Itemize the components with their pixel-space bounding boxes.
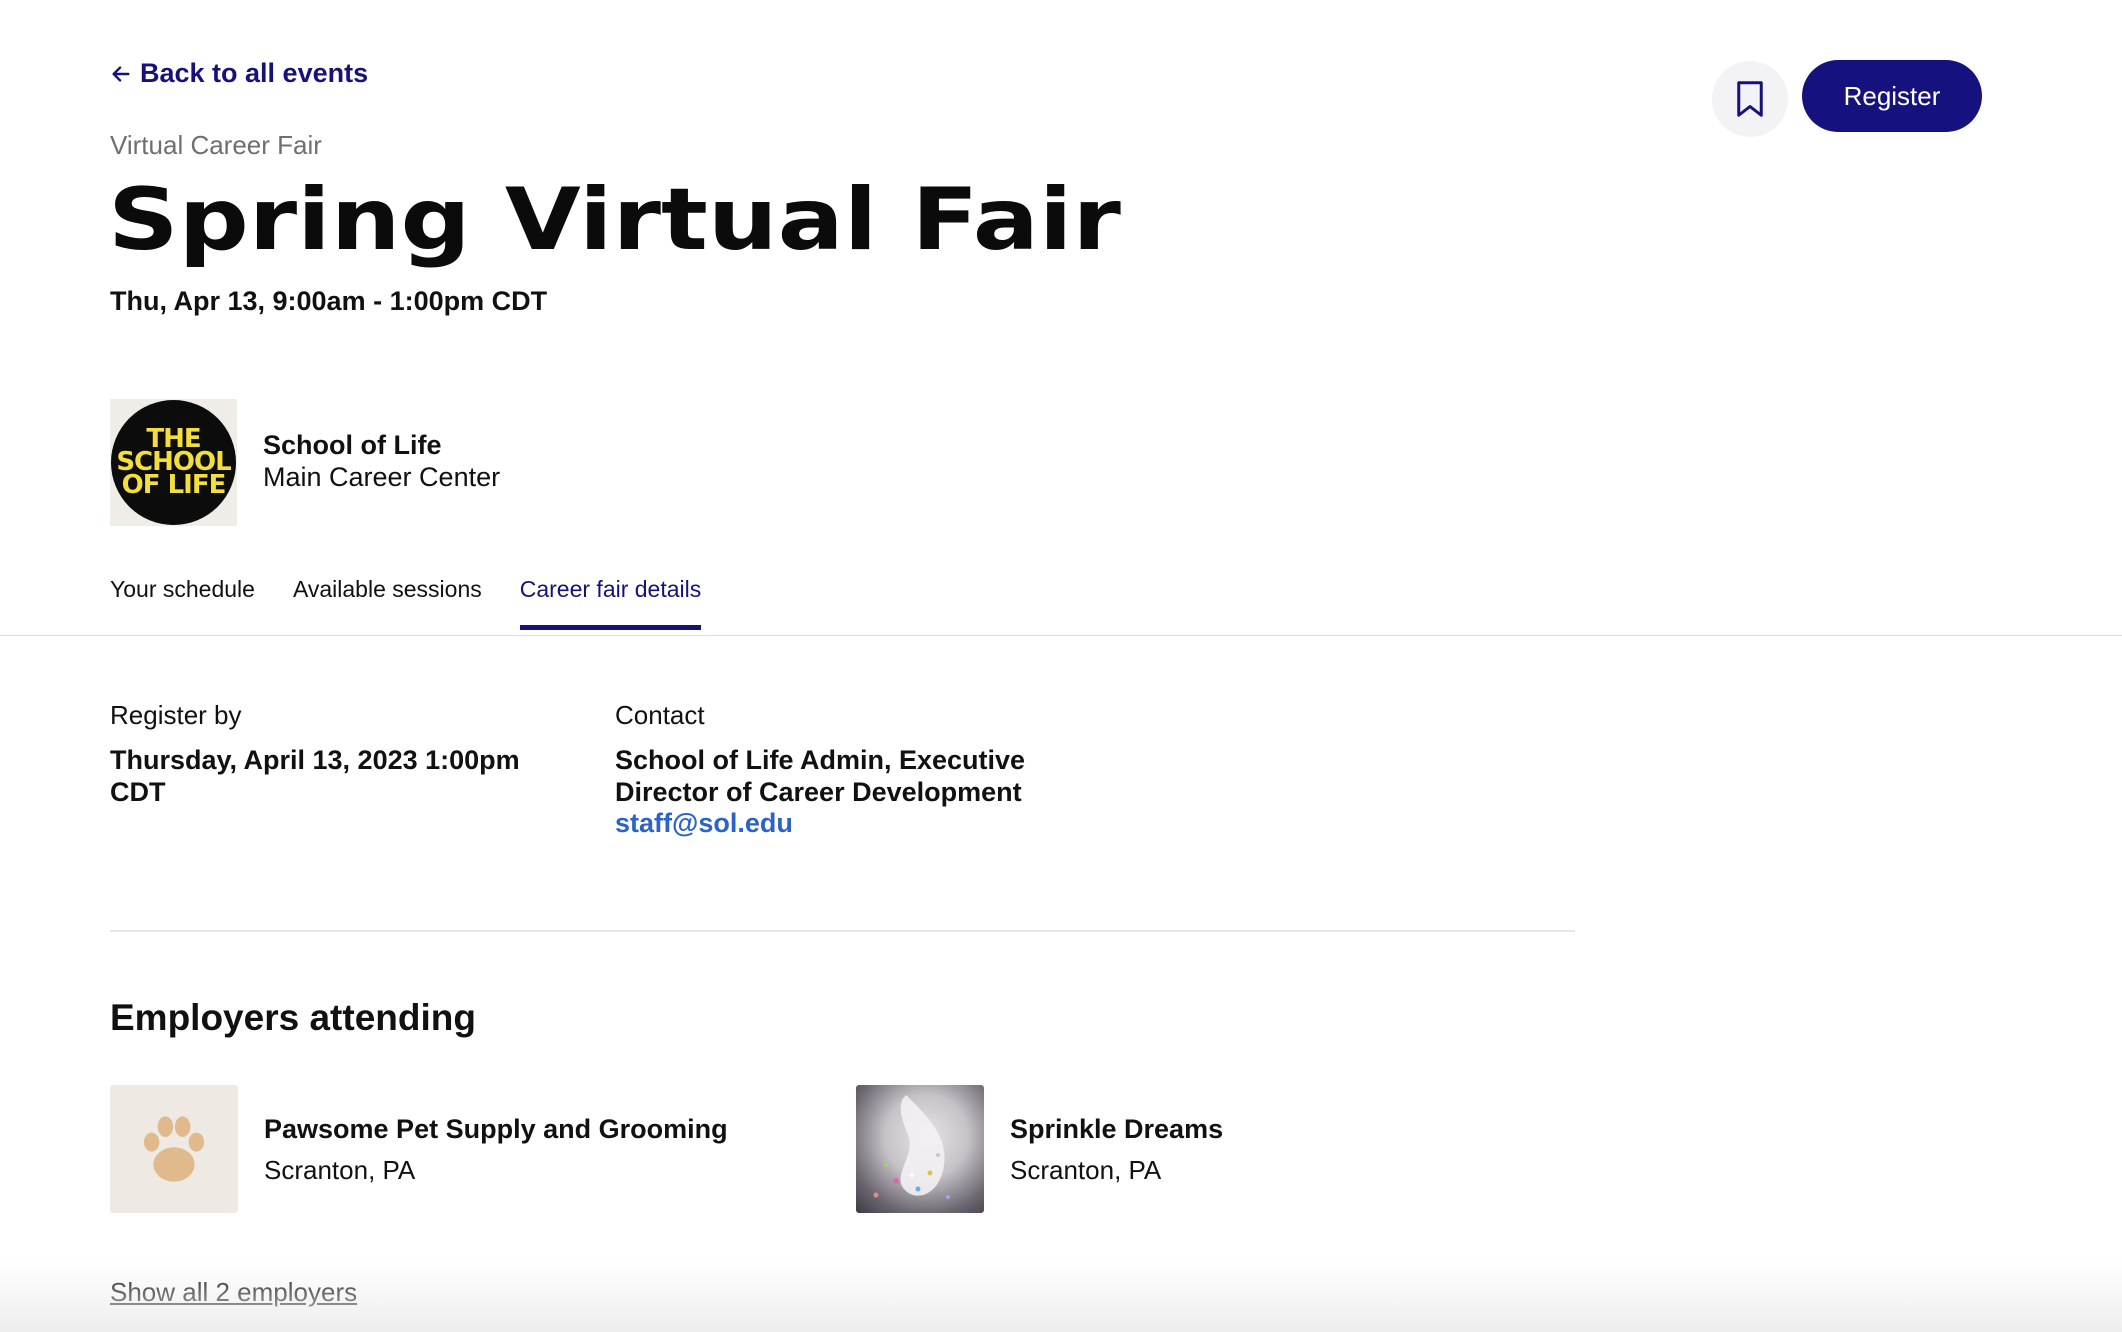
contact-email-link[interactable]: staff@sol.edu bbox=[615, 808, 793, 839]
employer-name: Pawsome Pet Supply and Grooming bbox=[264, 1114, 728, 1144]
tab-bar: Your schedule Available sessions Career … bbox=[110, 576, 739, 630]
arrow-left-icon bbox=[112, 65, 130, 82]
employers-heading: Employers attending bbox=[110, 997, 476, 1038]
tab-available-sessions[interactable]: Available sessions bbox=[293, 576, 482, 627]
organizer-logo: THE SCHOOL OF LIFE bbox=[110, 399, 237, 526]
register-by-label: Register by bbox=[110, 700, 242, 730]
bookmark-icon bbox=[1737, 81, 1763, 117]
employer-logo bbox=[110, 1085, 238, 1213]
employer-location: Scranton, PA bbox=[1010, 1155, 1162, 1185]
tabs-divider bbox=[0, 635, 2122, 636]
back-link-label: Back to all events bbox=[140, 58, 369, 88]
page: Back to all events Register Virtual Care… bbox=[0, 0, 2122, 1332]
contact-label: Contact bbox=[615, 700, 705, 730]
contact-name: School of Life Admin, Executive Director… bbox=[615, 745, 1026, 807]
register-button[interactable]: Register bbox=[1802, 60, 1982, 132]
event-date: Thu, Apr 13, 9:00am - 1:00pm CDT bbox=[110, 286, 548, 316]
employer-location: Scranton, PA bbox=[264, 1155, 416, 1185]
employer-name: Sprinkle Dreams bbox=[1010, 1114, 1224, 1144]
show-all-employers-link[interactable]: Show all 2 employers bbox=[110, 1277, 357, 1308]
logo-line: OF LIFE bbox=[121, 470, 227, 500]
organizer-department: Main Career Center bbox=[263, 462, 501, 492]
bookmark-button[interactable] bbox=[1712, 61, 1788, 137]
sprinkle-photo bbox=[856, 1085, 984, 1213]
tab-career-fair-details[interactable]: Career fair details bbox=[519, 576, 701, 630]
register-by-value: Thursday, April 13, 2023 1:00pm CDT bbox=[110, 745, 520, 807]
section-divider bbox=[110, 930, 1575, 932]
paw-icon bbox=[143, 1116, 205, 1182]
back-to-events-link[interactable]: Back to all events bbox=[110, 58, 368, 89]
tab-your-schedule[interactable]: Your schedule bbox=[110, 576, 255, 627]
employer-card[interactable]: Sprinkle Dreams Scranton, PA bbox=[856, 1085, 1223, 1213]
organizer-name: School of Life bbox=[263, 430, 442, 460]
employer-card[interactable]: Pawsome Pet Supply and Grooming Scranton… bbox=[110, 1085, 728, 1213]
sprinkle-image bbox=[873, 1095, 950, 1199]
page-title: Spring Virtual Fair bbox=[108, 170, 1121, 270]
event-type: Virtual Career Fair bbox=[110, 130, 322, 160]
school-of-life-logo: THE SCHOOL OF LIFE bbox=[111, 400, 236, 525]
